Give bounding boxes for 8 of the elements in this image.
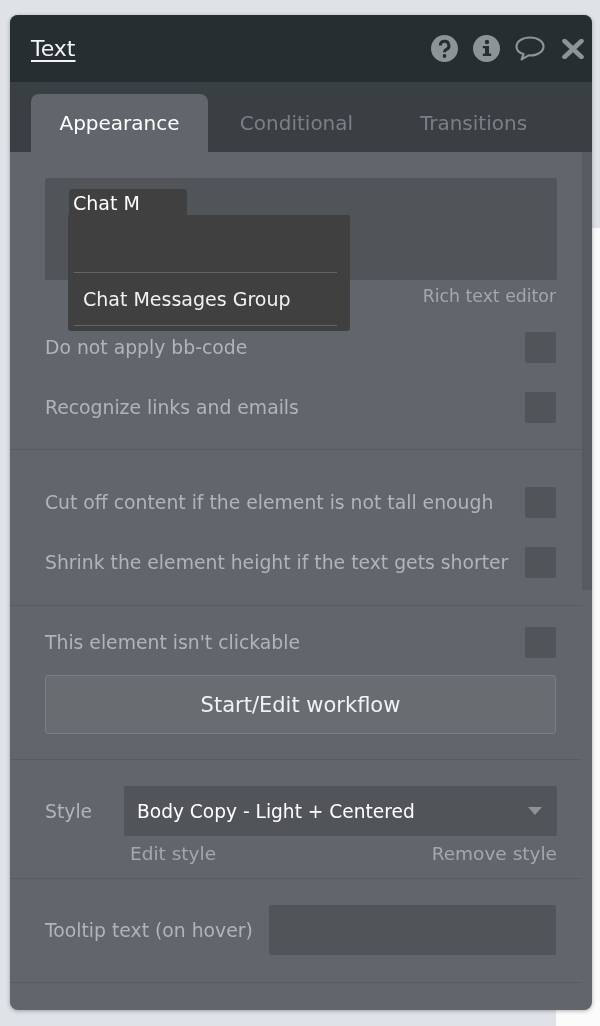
tooltip-label: Tooltip text (on hover): [45, 919, 253, 941]
option-label: Do not apply bb-code: [45, 336, 248, 358]
option-label: Recognize links and emails: [45, 396, 299, 418]
style-label: Style: [45, 800, 94, 822]
option-label: Shrink the element height if the text gets shorter: [45, 551, 509, 573]
option-label: This element isn't clickable: [45, 631, 300, 653]
panel-title: Text: [31, 36, 76, 61]
option-label: Cut off content if the element is not tall enough: [45, 491, 494, 513]
